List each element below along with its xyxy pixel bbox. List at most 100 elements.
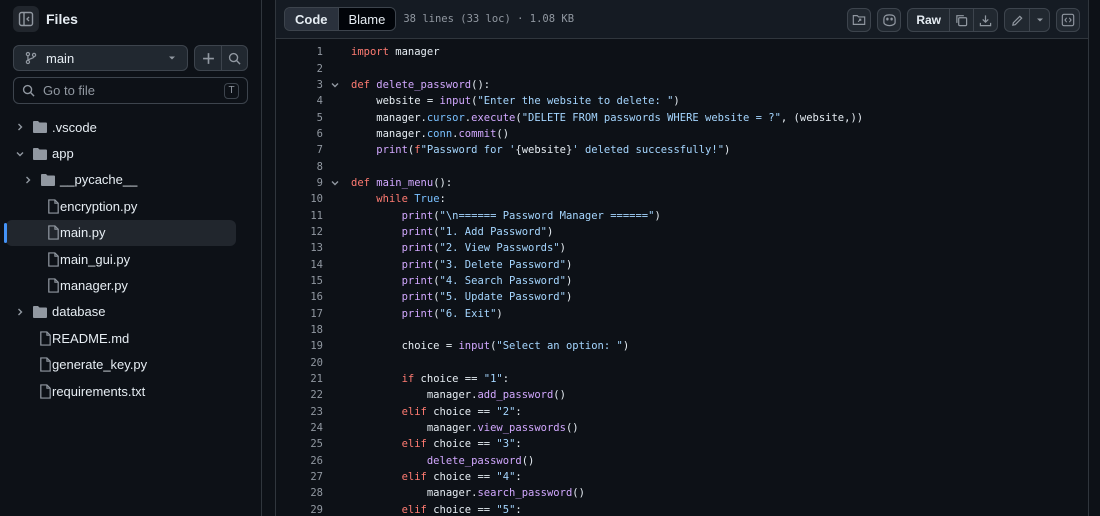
line-number[interactable]: 3 xyxy=(276,79,323,91)
line-number[interactable]: 22 xyxy=(276,389,323,401)
edit-options-dropdown[interactable] xyxy=(1029,9,1049,31)
edit-file-button[interactable] xyxy=(1005,9,1029,31)
tree-item[interactable]: .vscode xyxy=(0,114,262,140)
line-number[interactable]: 7 xyxy=(276,144,323,156)
folder-icon xyxy=(32,120,48,134)
code-text: print("\n====== Password Manager ======"… xyxy=(351,210,661,222)
chevron-down-icon[interactable] xyxy=(14,148,26,160)
code-line: 29 elif choice == "5": xyxy=(276,502,1088,516)
go-to-file-input[interactable]: Go to file T xyxy=(13,77,248,104)
sidebar-collapse-icon xyxy=(18,11,34,27)
view-mode-toggle: Code Blame xyxy=(284,7,397,31)
add-file-button[interactable] xyxy=(195,46,221,70)
tree-item[interactable]: main.py xyxy=(4,219,236,246)
code-token: print xyxy=(401,307,434,320)
collapse-sidebar-button[interactable] xyxy=(13,6,39,32)
line-number[interactable]: 19 xyxy=(276,340,323,352)
copy-raw-button[interactable] xyxy=(949,9,973,31)
tree-item[interactable]: __pycache__ xyxy=(0,167,262,193)
tab-blame[interactable]: Blame xyxy=(338,8,396,30)
code-token: print xyxy=(401,242,434,255)
chevron-right-icon[interactable] xyxy=(14,121,26,133)
line-number[interactable]: 16 xyxy=(276,291,323,303)
code-token: True xyxy=(414,193,440,206)
line-number[interactable]: 25 xyxy=(276,438,323,450)
copilot-button[interactable] xyxy=(877,8,902,32)
code-text: if choice == "1": xyxy=(351,373,510,385)
code-token: execute xyxy=(471,111,516,124)
line-number[interactable]: 14 xyxy=(276,259,323,271)
line-number[interactable]: 17 xyxy=(276,308,323,320)
line-number[interactable]: 6 xyxy=(276,128,323,140)
tree-item[interactable]: generate_key.py xyxy=(0,352,262,378)
line-number[interactable]: 18 xyxy=(276,324,323,336)
code-line: 3 def delete_password(): xyxy=(276,77,1088,93)
line-number[interactable]: 8 xyxy=(276,161,323,173)
code-line: 6 manager.conn.commit() xyxy=(276,126,1088,142)
code-token: elif xyxy=(401,438,427,451)
line-number[interactable]: 10 xyxy=(276,193,323,205)
code-token: print xyxy=(401,258,434,271)
chevron-right-icon[interactable] xyxy=(14,306,26,318)
line-number[interactable]: 4 xyxy=(276,95,323,107)
caret-down-icon xyxy=(169,56,175,60)
code-line: 7 print(f"Password for '{website}' delet… xyxy=(276,142,1088,158)
code-square-icon xyxy=(1061,13,1075,27)
tree-item[interactable]: database xyxy=(0,299,262,325)
code-line: 14 print("3. Delete Password") xyxy=(276,256,1088,272)
open-symbols-button[interactable] xyxy=(847,8,872,32)
tree-item[interactable]: manager.py xyxy=(0,272,262,298)
line-number[interactable]: 2 xyxy=(276,63,323,75)
branch-name: main xyxy=(46,50,75,66)
branch-selector[interactable]: main xyxy=(13,45,188,71)
code-token: "\n====== Password Manager ======" xyxy=(439,209,655,222)
chevron-right-icon[interactable] xyxy=(22,174,34,186)
code-token: conn xyxy=(426,127,453,140)
tab-code[interactable]: Code xyxy=(285,8,339,30)
line-number[interactable]: 15 xyxy=(276,275,323,287)
line-number[interactable]: 13 xyxy=(276,242,323,254)
line-number[interactable]: 1 xyxy=(276,46,323,58)
code-content[interactable]: 1 import manager 2 3 def delete_password(): 4… xyxy=(276,40,1088,516)
download-button[interactable] xyxy=(973,9,997,31)
line-number[interactable]: 5 xyxy=(276,112,323,124)
line-number[interactable]: 27 xyxy=(276,471,323,483)
code-text: website = input("Enter the website to de… xyxy=(351,95,679,107)
search-icon xyxy=(228,52,241,65)
tree-item[interactable]: requirements.txt xyxy=(0,378,262,404)
line-number[interactable]: 26 xyxy=(276,455,323,467)
fold-chevron-icon[interactable] xyxy=(330,178,340,188)
code-token: "3" xyxy=(496,438,516,451)
line-number[interactable]: 12 xyxy=(276,226,323,238)
toolbar-actions: Raw xyxy=(847,8,1080,32)
search-files-button[interactable] xyxy=(221,46,247,70)
line-number[interactable]: 20 xyxy=(276,357,323,369)
line-number[interactable]: 11 xyxy=(276,210,323,222)
code-token: ) xyxy=(559,242,566,255)
file-icon xyxy=(47,199,60,214)
code-text: print("6. Exit") xyxy=(351,308,503,320)
tree-item[interactable]: encryption.py xyxy=(0,193,262,219)
symbols-panel-button[interactable] xyxy=(1056,8,1080,32)
raw-button[interactable]: Raw xyxy=(908,9,949,31)
code-token: "2. View Passwords" xyxy=(439,242,560,255)
file-icon xyxy=(39,357,52,372)
line-number[interactable]: 28 xyxy=(276,487,323,499)
tree-item[interactable]: app xyxy=(0,140,262,166)
line-number[interactable]: 23 xyxy=(276,406,323,418)
tree-item[interactable]: README.md xyxy=(0,325,262,351)
code-line: 25 elif choice == "3": xyxy=(276,436,1088,452)
line-number[interactable]: 29 xyxy=(276,504,323,516)
line-number[interactable]: 9 xyxy=(276,177,323,189)
code-token: : xyxy=(515,471,522,484)
code-text: elif choice == "4": xyxy=(351,471,522,483)
code-token: () xyxy=(496,127,510,140)
line-number[interactable]: 24 xyxy=(276,422,323,434)
code-token: "DELETE FROM passwords WHERE website = ?… xyxy=(521,111,781,124)
line-number[interactable]: 21 xyxy=(276,373,323,385)
tree-item[interactable]: main_gui.py xyxy=(0,246,262,272)
fold-chevron-icon[interactable] xyxy=(330,80,340,90)
code-text: print("3. Delete Password") xyxy=(351,258,573,271)
